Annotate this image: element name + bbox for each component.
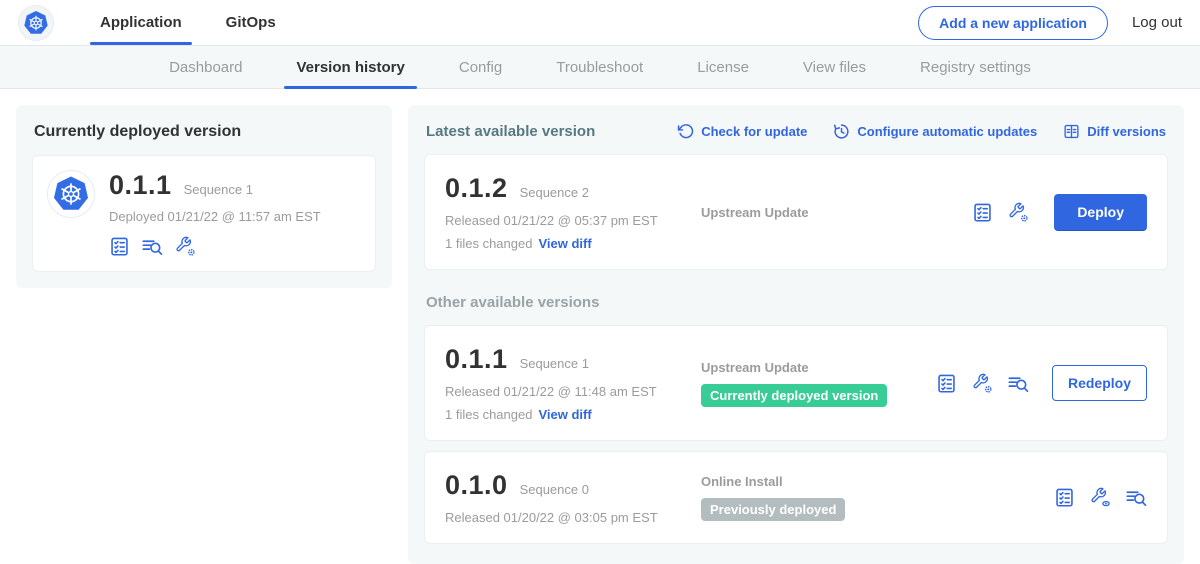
version-sequence: Sequence 2 [520,185,589,200]
schedule-icon [833,123,850,140]
version-number: 0.1.1 [445,344,508,375]
released-timestamp: Released 01/21/22 @ 05:37 pm EST [445,213,701,228]
config-icon[interactable] [1008,202,1029,223]
tab-gitops[interactable]: GitOps [208,0,294,45]
deploy-button[interactable]: Deploy [1054,194,1147,230]
deployed-sequence: Sequence 1 [184,182,253,197]
app-subnav: Dashboard Version history Config Trouble… [0,46,1200,89]
preflight-checks-icon[interactable] [936,373,957,394]
deploy-logs-icon[interactable] [142,236,163,257]
config-icon[interactable] [175,236,196,257]
released-timestamp: Released 01/20/22 @ 03:05 pm EST [445,510,701,525]
header-tabs: Application GitOps [82,0,294,45]
deployed-version-box: 0.1.1 Sequence 1 Deployed 01/21/22 @ 11:… [32,155,376,272]
currently-deployed-title: Currently deployed version [34,123,376,141]
add-application-button[interactable]: Add a new application [918,6,1108,40]
tab-application[interactable]: Application [82,0,200,45]
kubernetes-logo-icon[interactable] [18,5,54,41]
view-diff-link[interactable]: View diff [538,236,591,251]
diff-versions-link[interactable]: Diff versions [1063,123,1166,140]
previously-deployed-badge: Previously deployed [701,498,845,521]
deploy-logs-icon[interactable] [1008,373,1029,394]
check-for-update-link[interactable]: Check for update [677,123,807,140]
configure-updates-link[interactable]: Configure automatic updates [833,123,1037,140]
deployed-timestamp: Deployed 01/21/22 @ 11:57 am EST [109,209,321,224]
refresh-icon [677,123,694,140]
view-diff-link[interactable]: View diff [538,407,591,422]
subnav-license[interactable]: License [675,46,771,88]
files-changed-label: 1 files changed [445,236,532,251]
preflight-checks-icon[interactable] [972,202,993,223]
preflight-checks-icon[interactable] [1054,487,1075,508]
subnav-config[interactable]: Config [437,46,524,88]
version-number: 0.1.0 [445,470,508,501]
preflight-checks-icon[interactable] [109,236,130,257]
currently-deployed-badge: Currently deployed version [701,384,887,407]
version-source: Upstream Update [701,205,972,220]
version-number: 0.1.2 [445,173,508,204]
version-sequence: Sequence 1 [520,356,589,371]
subnav-version-history[interactable]: Version history [274,46,426,88]
other-versions-title: Other available versions [426,294,1166,311]
app-kubernetes-icon [47,170,95,218]
version-source: Online Install [701,474,1054,489]
deploy-logs-icon[interactable] [1126,487,1147,508]
files-changed-label: 1 files changed [445,407,532,422]
check-for-update-label: Check for update [701,124,807,139]
configure-updates-label: Configure automatic updates [857,124,1037,139]
version-row-0-1-2: 0.1.2 Sequence 2 Released 01/21/22 @ 05:… [424,154,1168,270]
version-history-panel: Latest available version Check for updat… [408,105,1184,564]
config-icon[interactable] [972,373,993,394]
subnav-registry-settings[interactable]: Registry settings [898,46,1053,88]
diff-versions-label: Diff versions [1087,124,1166,139]
subnav-troubleshoot[interactable]: Troubleshoot [534,46,665,88]
version-sequence: Sequence 0 [520,482,589,497]
redeploy-button[interactable]: Redeploy [1052,365,1147,401]
subnav-view-files[interactable]: View files [781,46,888,88]
app-header: Application GitOps Add a new application… [0,0,1200,46]
config-view-icon[interactable] [1090,487,1111,508]
diff-icon [1063,123,1080,140]
version-row-0-1-0: 0.1.0 Sequence 0 Released 01/20/22 @ 03:… [424,451,1168,544]
latest-version-title: Latest available version [426,123,595,140]
version-source: Upstream Update [701,360,936,375]
subnav-dashboard[interactable]: Dashboard [147,46,264,88]
version-row-0-1-1: 0.1.1 Sequence 1 Released 01/21/22 @ 11:… [424,325,1168,441]
deployed-version-number: 0.1.1 [109,170,172,201]
currently-deployed-card: Currently deployed version 0.1.1 Sequenc… [16,105,392,288]
logout-button[interactable]: Log out [1132,14,1182,31]
released-timestamp: Released 01/21/22 @ 11:48 am EST [445,384,701,399]
